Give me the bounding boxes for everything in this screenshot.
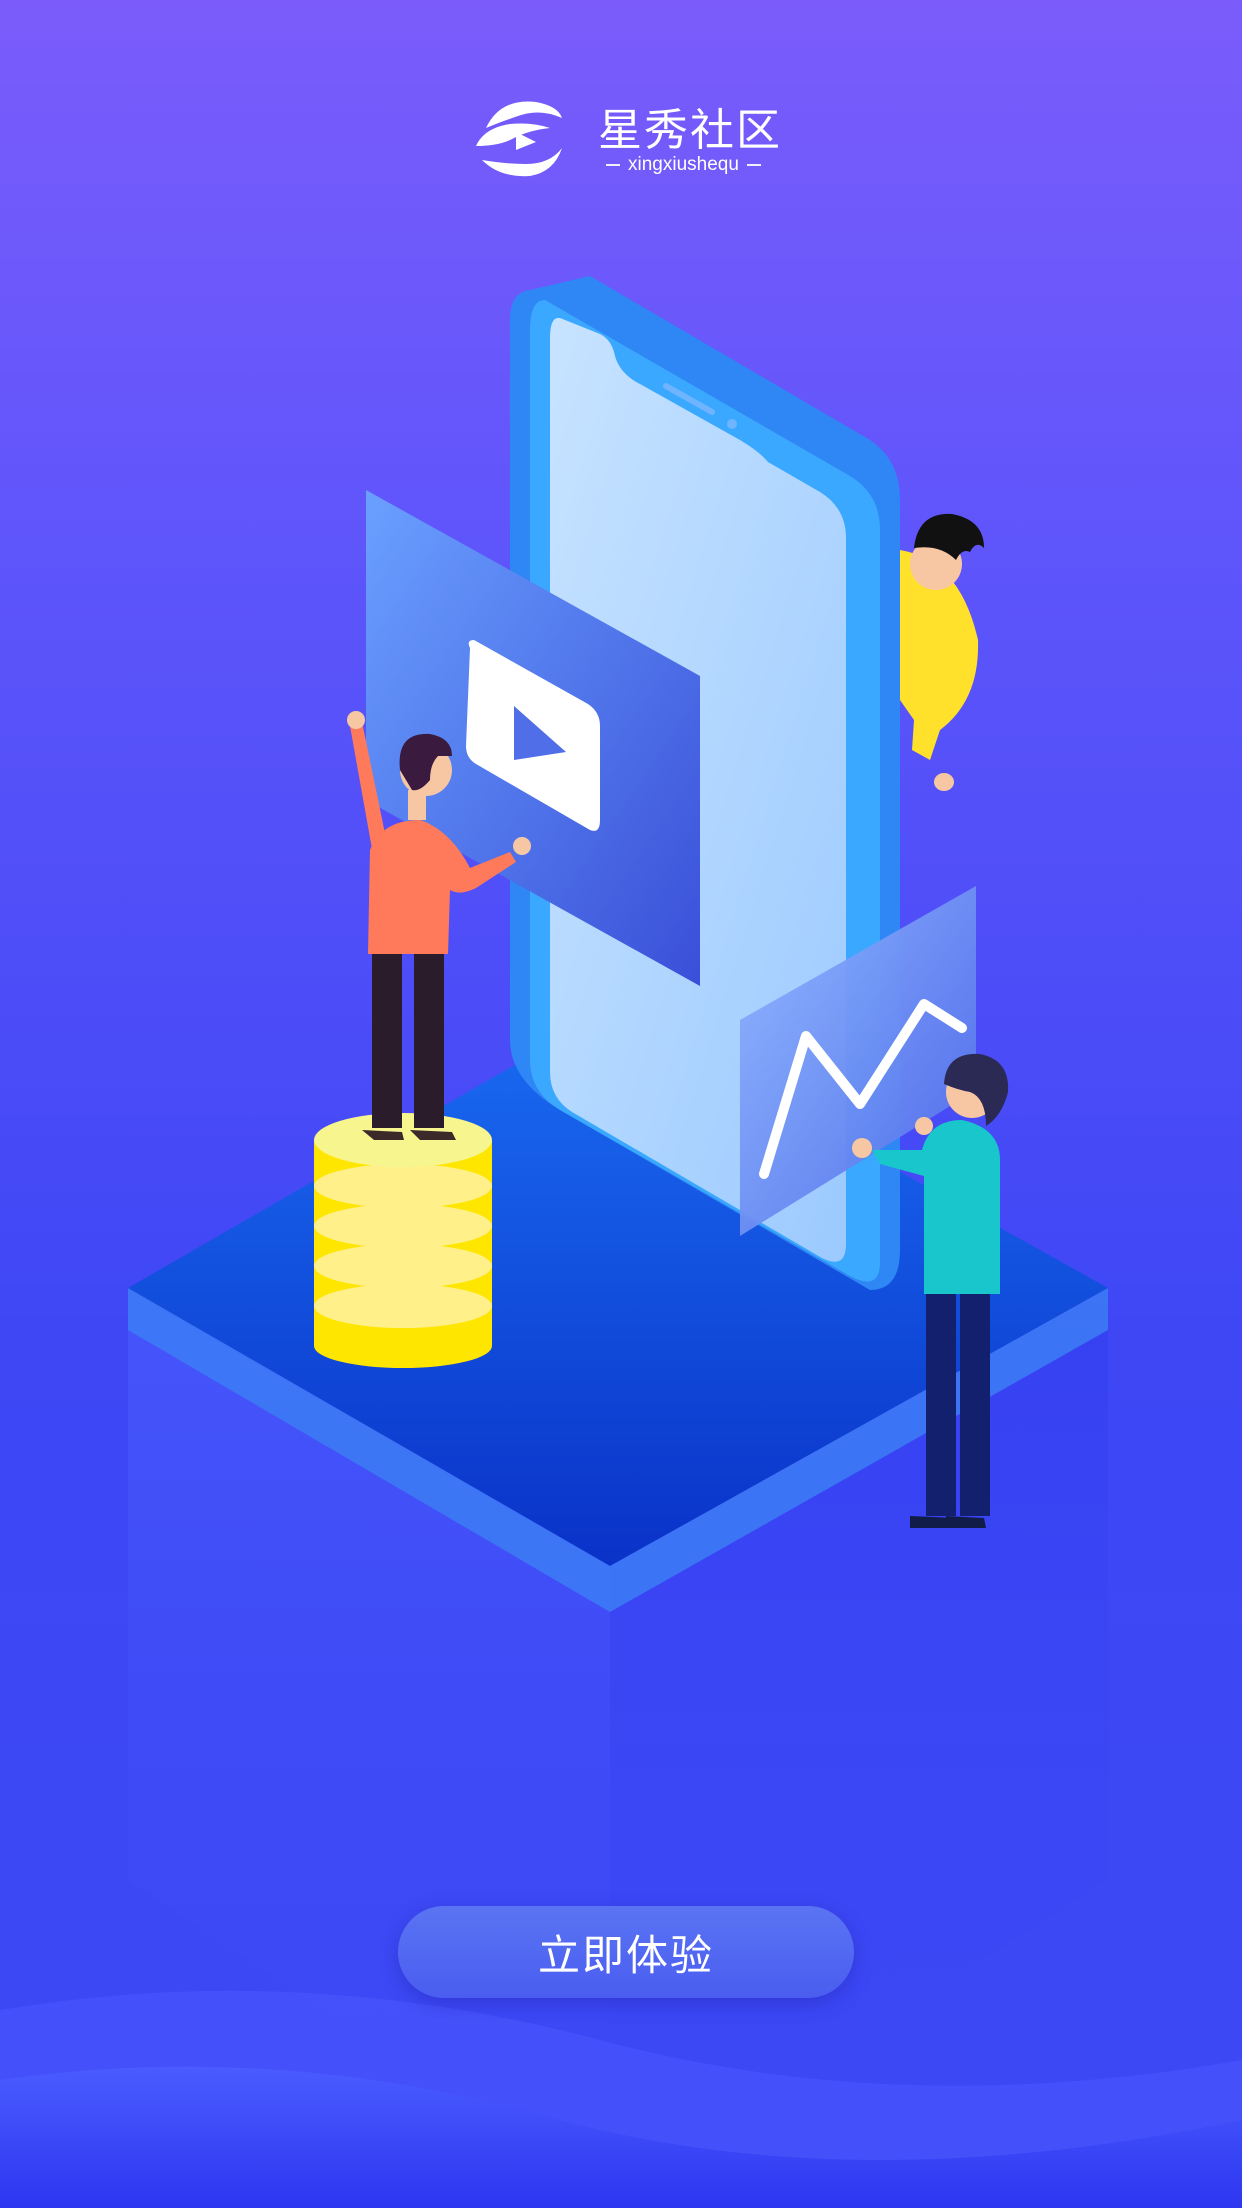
subtitle-dash-right [746, 163, 761, 166]
subtitle-dash-left [606, 163, 620, 166]
coin-stack [314, 1113, 492, 1368]
brand-title: 星秀社区 [598, 105, 782, 156]
person-yellow [900, 513, 984, 791]
brand-subtitle: xingxiushequ [628, 154, 739, 175]
try-now-button[interactable]: 立即体验 [398, 1906, 854, 1998]
play-swirl-logo-icon [476, 101, 562, 177]
brand-logo: 星秀社区 xingxiushequ [470, 88, 790, 198]
hero-illustration [0, 276, 1242, 2208]
brand-subtitle-row: xingxiushequ [598, 154, 769, 176]
